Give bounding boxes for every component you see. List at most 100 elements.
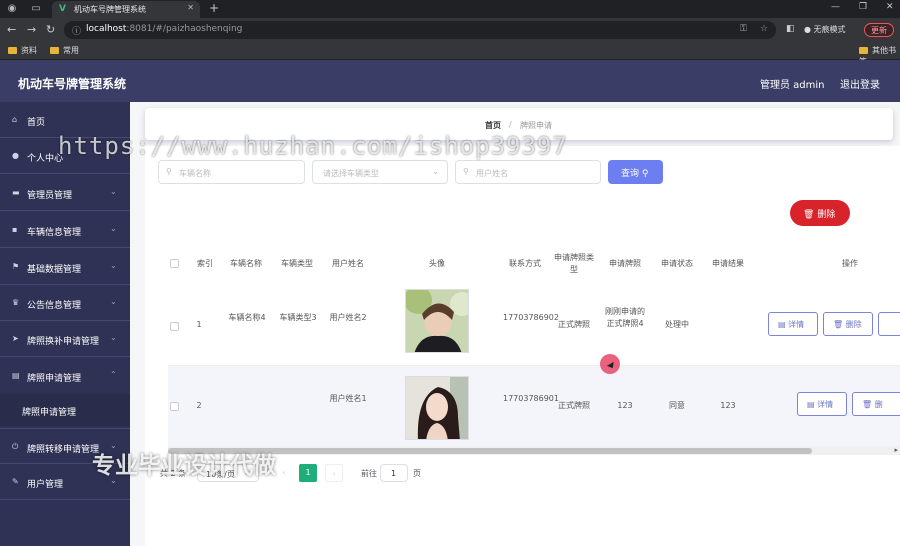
detail-button-label: 详情 [788, 320, 805, 329]
delete-button[interactable]: 🗑 删 [852, 392, 900, 416]
brand-watermark: 专业毕业设计代做 [92, 453, 276, 479]
incognito-label: 无痕模式 [813, 25, 846, 34]
user-name-input[interactable]: ⚲ 用户姓名 [455, 160, 601, 184]
user-icon: ● [12, 151, 19, 160]
bookmark-label: 常用 [63, 46, 79, 55]
url-host: localhost [86, 24, 127, 34]
chevron-down-icon: ⌄ [110, 261, 117, 270]
page-unit-label: 页 [413, 469, 421, 478]
col-header-vehicle-type: 车辆类型 [281, 259, 313, 268]
incognito-indicator[interactable]: ● 无痕模式 [804, 24, 846, 35]
col-header-plate-type: 申请牌照类型 [554, 253, 594, 274]
detail-button[interactable]: ▤ 详情 [768, 312, 818, 336]
sidebar-item-label: 牌照转移申请管理 [27, 445, 100, 455]
table-row [168, 366, 900, 448]
minimize-icon[interactable]: — [831, 2, 840, 12]
more-action-button[interactable] [878, 312, 900, 336]
row-checkbox[interactable] [170, 402, 179, 411]
bookmark-star-icon[interactable]: ☆ [760, 24, 768, 34]
trash-icon: 🗑 [862, 400, 873, 409]
row-checkbox[interactable] [170, 322, 179, 331]
flag-icon: ⚑ [12, 262, 20, 271]
chevron-up-icon: ⌃ [110, 370, 117, 379]
folder-icon [8, 47, 17, 54]
key-icon[interactable]: ⚿ [740, 24, 747, 34]
sidebar-item-notice[interactable]: ♛ 公告信息管理 ⌄ [0, 285, 130, 321]
forward-icon[interactable]: → [27, 23, 36, 36]
col-header-actions: 操作 [842, 259, 858, 268]
delete-button-label: 删除 [845, 320, 862, 329]
cell-status: 处理中 [665, 320, 689, 329]
breadcrumb-separator: / [509, 120, 512, 129]
app-header: 机动车号牌管理系统 管理员 admin 退出登录 [0, 60, 900, 102]
folder-icon [859, 47, 868, 54]
logout-link[interactable]: 退出登录 [840, 76, 880, 91]
chevron-down-icon: ⌄ [110, 224, 117, 233]
browser-tab[interactable]: V 机动车号牌管理系统 ✕ [52, 1, 200, 18]
breadcrumb-current: 牌照申请 [520, 121, 552, 130]
goto-label: 前往 [361, 469, 377, 478]
edit-icon: ✎ [12, 477, 19, 486]
delete-button[interactable]: 🗑 删除 [823, 312, 873, 336]
chevron-down-icon: ⌄ [110, 297, 117, 306]
avatar-image [406, 290, 468, 352]
prev-page-button[interactable]: ‹ [275, 464, 293, 482]
col-header-vehicle-name: 车辆名称 [230, 259, 262, 268]
bulk-delete-button[interactable]: 🗑 删除 [790, 200, 850, 226]
update-button[interactable]: 更新 [864, 23, 894, 37]
select-all-checkbox[interactable] [170, 259, 179, 268]
col-header-plate: 申请牌照 [609, 259, 641, 268]
cell-vehicle-name: 车辆名称4 [228, 313, 266, 322]
maximize-icon[interactable]: ❐ [859, 2, 867, 12]
back-icon[interactable]: ← [7, 23, 16, 36]
horizontal-scrollbar[interactable]: ▸ [168, 446, 900, 455]
tab-list-icon[interactable]: ▭ [30, 3, 42, 15]
new-tab-icon[interactable]: + [209, 1, 219, 15]
sidebar-item-vehicle[interactable]: ▪ 车辆信息管理 ⌄ [0, 212, 130, 248]
sidebar-item-label: 牌照换补申请管理 [27, 337, 100, 347]
sidebar-item-plate-apply[interactable]: ▤ 牌照申请管理 ⌃ [0, 358, 130, 394]
search-button[interactable]: 查询 ⚲ [608, 160, 663, 184]
page-number-button[interactable]: 1 [299, 464, 317, 482]
sidebar-subitem-label: 牌照申请管理 [22, 408, 77, 418]
close-window-icon[interactable]: ✕ [886, 2, 894, 12]
sidebar-item-label: 用户管理 [27, 480, 64, 490]
browser-tab-title: 机动车号牌管理系统 [74, 5, 146, 14]
col-header-user-name: 用户姓名 [332, 259, 364, 268]
cell-plate: 123 [617, 401, 633, 410]
cell-plate-type: 正式牌照 [558, 320, 590, 329]
placeholder-text: 车辆名称 [179, 169, 211, 178]
incognito-icon: ● [804, 25, 811, 34]
cell-user-name: 用户姓名2 [329, 313, 367, 322]
scroll-right-icon[interactable]: ▸ [894, 446, 898, 454]
delete-button-label: 删除 [817, 210, 836, 220]
col-header-status: 申请状态 [661, 259, 693, 268]
reload-icon[interactable]: ↻ [46, 23, 55, 36]
sidebar-subitem-plate-apply[interactable]: 牌照申请管理 [0, 394, 130, 426]
document-icon: ▤ [778, 320, 786, 329]
chevron-down-icon: ⌄ [110, 187, 117, 196]
vehicle-name-input[interactable]: ⚲ 车辆名称 [158, 160, 305, 184]
col-header-avatar: 头像 [429, 259, 445, 268]
sidebar-item-plate-replace[interactable]: ➤ 牌照换补申请管理 ⌄ [0, 321, 130, 357]
next-page-button[interactable]: › [325, 464, 343, 482]
url-input[interactable]: ⓘ localhost:8081/#/paizhaoshenqing ⚿ ☆ [64, 21, 776, 39]
sidebar-item-basic-data[interactable]: ⚑ 基础数据管理 ⌄ [0, 249, 130, 285]
avatar [405, 376, 469, 440]
detail-button[interactable]: ▤ 详情 [797, 392, 847, 416]
bookmark-folder[interactable]: 资料 [8, 45, 37, 56]
search-icon: ⚲ [641, 169, 649, 179]
sidebar-item-admin[interactable]: ▬ 管理员管理 ⌄ [0, 175, 130, 211]
goto-page-input[interactable]: 1 [380, 464, 408, 482]
bookmark-folder[interactable]: 常用 [50, 45, 79, 56]
folder-icon [50, 47, 59, 54]
browser-menu-icon[interactable]: ◉ [6, 3, 18, 15]
cell-result: 123 [720, 401, 736, 410]
vehicle-type-select[interactable]: 请选择车辆类型 ⌄ [312, 160, 448, 184]
info-icon: ⓘ [72, 27, 82, 37]
breadcrumb-home[interactable]: 首页 [485, 120, 501, 131]
chevron-down-icon: ⌄ [110, 333, 117, 342]
close-tab-icon[interactable]: ✕ [187, 3, 194, 12]
sidebar-toggle-icon[interactable]: ◧ [786, 24, 795, 34]
search-icon: ⚲ [463, 167, 469, 176]
